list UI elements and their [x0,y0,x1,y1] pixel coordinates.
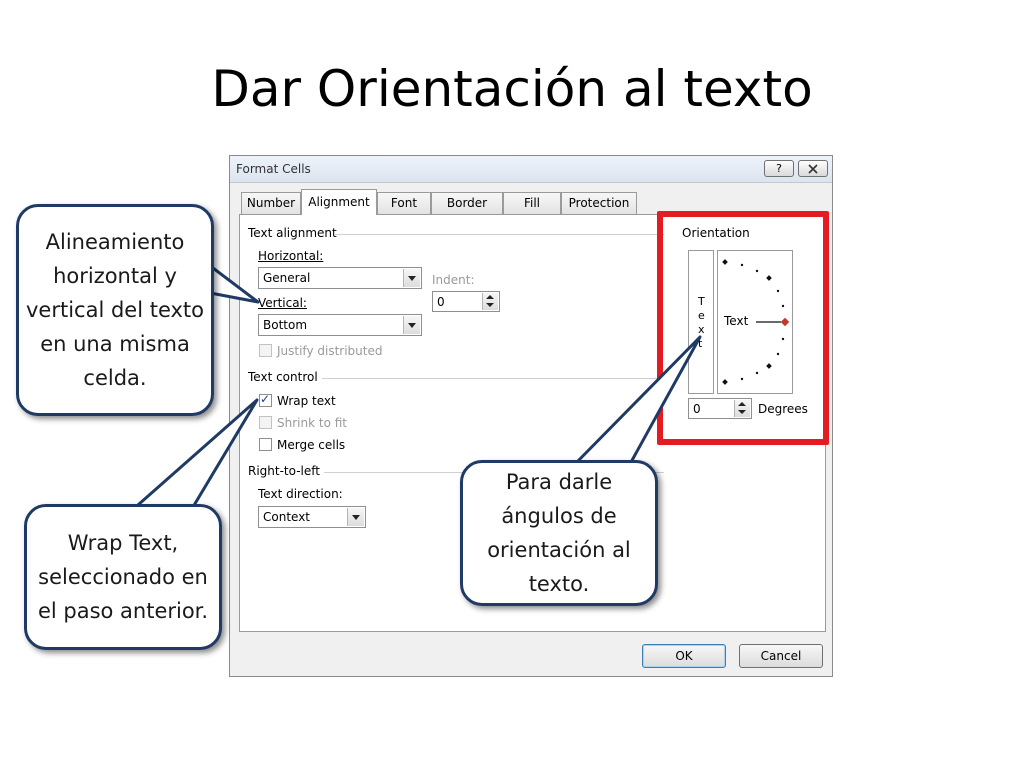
callout-alignment: Alineamiento horizontal y vertical del t… [16,204,214,416]
tab-alignment[interactable]: Alignment [301,189,377,215]
callout-orientation: Para darle ángulos de orientación al tex… [460,460,658,606]
callout-wrap-text: Wrap Text, seleccionado en el paso anter… [24,504,222,650]
